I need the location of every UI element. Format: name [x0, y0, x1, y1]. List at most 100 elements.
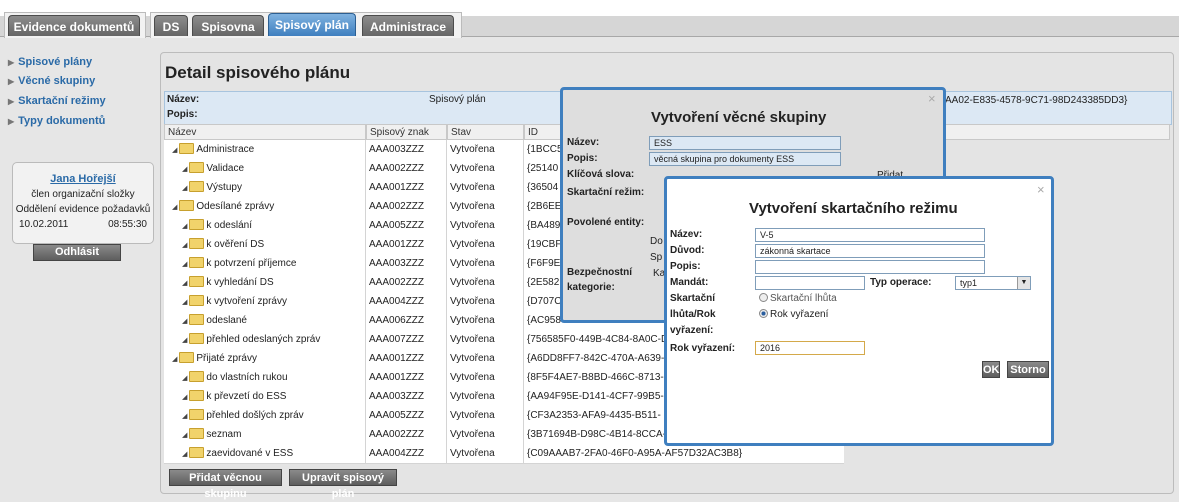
edit-plan-button[interactable]: Upravit spisový plán: [289, 469, 397, 500]
row-name: Validace: [206, 163, 245, 174]
login-date: 10.02.2011: [19, 219, 69, 230]
sidebar-item-label: Věcné skupiny: [18, 75, 96, 87]
tab-ds[interactable]: DS: [154, 15, 188, 36]
cell-name: ◢ k potvrzení příjemce: [164, 254, 366, 273]
sidebar-item-spisove-plany[interactable]: ▶ Spisové plány: [8, 56, 92, 68]
ok-button[interactable]: OK: [982, 361, 1000, 378]
cell-state: Vytvořena: [447, 311, 524, 330]
folder-icon: [189, 313, 205, 325]
keywords-label: Klíčová slova:: [567, 169, 635, 180]
row-name: Výstupy: [206, 182, 242, 193]
regime-desc-input[interactable]: [755, 260, 985, 274]
expand-triangle-icon[interactable]: ◢: [182, 299, 187, 306]
expand-triangle-icon[interactable]: ◢: [172, 204, 177, 211]
cell-name: ◢ k ověření DS: [164, 235, 366, 254]
col-header-state[interactable]: Stav: [447, 124, 524, 140]
tab-administrace[interactable]: Administrace: [362, 15, 454, 36]
expand-triangle-icon[interactable]: ◢: [182, 375, 187, 382]
expand-triangle-icon[interactable]: ◢: [182, 223, 187, 230]
folder-icon: [189, 161, 205, 173]
folder-icon: [189, 408, 205, 420]
cell-name: ◢ zaevidované v ESS: [164, 444, 366, 463]
expand-triangle-icon[interactable]: ◢: [182, 318, 187, 325]
expand-triangle-icon[interactable]: ◢: [182, 280, 187, 287]
col-header-name[interactable]: Název: [164, 124, 366, 140]
cell-name: ◢ přehled odeslaných zpráv: [164, 330, 366, 349]
chevron-down-icon[interactable]: ▼: [1017, 277, 1030, 289]
plan-name-value: Spisový plán: [429, 94, 486, 105]
entity-line-2: Sp: [650, 252, 663, 263]
expand-triangle-icon[interactable]: ◢: [182, 242, 187, 249]
sidebar-item-label: Skartační režimy: [18, 95, 106, 107]
expand-triangle-icon[interactable]: ◢: [182, 432, 187, 439]
cell-name: ◢ Výstupy: [164, 178, 366, 197]
op-type-value: typ1: [960, 278, 978, 288]
group-name-label: Název:: [567, 137, 600, 148]
sidebar-item-vecne-skupiny[interactable]: ▶ Věcné skupiny: [8, 75, 95, 87]
expand-triangle-icon[interactable]: ◢: [182, 413, 187, 420]
expand-triangle-icon[interactable]: ◢: [172, 147, 177, 154]
cell-code: AAA001ZZZ: [366, 178, 447, 197]
sidebar-item-skartacni-rezimy[interactable]: ▶ Skartační režimy: [8, 95, 106, 107]
arrow-right-icon: ▶: [8, 117, 15, 126]
regime-name-input[interactable]: V-5: [755, 228, 985, 242]
close-icon[interactable]: ×: [928, 91, 936, 106]
cell-code: AAA001ZZZ: [366, 349, 447, 368]
cell-code: AAA003ZZZ: [366, 254, 447, 273]
expand-triangle-icon[interactable]: ◢: [182, 166, 187, 173]
radio-year[interactable]: Rok vyřazení: [759, 308, 828, 320]
cell-code: AAA001ZZZ: [366, 368, 447, 387]
expand-triangle-icon[interactable]: ◢: [182, 261, 187, 268]
table-row[interactable]: ◢ zaevidované v ESS AAA004ZZZ Vytvořena {C09…: [164, 444, 844, 464]
cell-state: Vytvořena: [447, 406, 524, 425]
year-label: Rok vyřazení:: [670, 343, 736, 354]
add-group-button[interactable]: Přidat věcnou skupinu: [169, 469, 282, 500]
sidebar-item-label: Spisové plány: [18, 56, 93, 68]
expand-triangle-icon[interactable]: ◢: [182, 394, 187, 401]
folder-icon: [189, 389, 205, 401]
cancel-button[interactable]: Storno: [1007, 361, 1049, 378]
folder-icon: [189, 332, 205, 344]
tab-evidence[interactable]: Evidence dokumentů: [8, 15, 140, 36]
user-role: člen organizační složky: [31, 189, 135, 200]
radio-period[interactable]: Skartační lhůta: [759, 292, 837, 304]
expand-triangle-icon[interactable]: ◢: [182, 451, 187, 458]
row-name: k vytvoření zprávy: [206, 296, 287, 307]
cell-name: ◢ Validace: [164, 159, 366, 178]
folder-icon: [189, 294, 205, 306]
cell-code: AAA007ZZZ: [366, 330, 447, 349]
expand-triangle-icon[interactable]: ◢: [172, 356, 177, 363]
sidebar-item-label: Typy dokumentů: [18, 115, 106, 127]
folder-icon: [179, 199, 195, 211]
reason-input[interactable]: zákonná skartace: [755, 244, 985, 258]
col-header-code[interactable]: Spisový znak: [366, 124, 447, 140]
op-type-select[interactable]: typ1 ▼: [955, 276, 1031, 290]
cell-id: {C09AAAB7-2FA0-46F0-A95A-AF57D32AC3B8}: [527, 448, 743, 459]
cell-name: ◢ k převzetí do ESS: [164, 387, 366, 406]
group-name-input[interactable]: ESS: [649, 136, 841, 150]
cell-state: Vytvořena: [447, 197, 524, 216]
radio-period-label: Skartační lhůta: [770, 293, 837, 304]
tab-spisovna[interactable]: Spisovna: [192, 15, 264, 36]
mandate-input[interactable]: [755, 276, 865, 290]
group-desc-input[interactable]: věcná skupina pro dokumenty ESS: [649, 152, 841, 166]
tab-spisovy-plan[interactable]: Spisový plán: [268, 13, 356, 36]
cell-code: AAA002ZZZ: [366, 197, 447, 216]
security-label-2: kategorie:: [567, 282, 615, 293]
cell-state: Vytvořena: [447, 216, 524, 235]
year-input[interactable]: 2016: [755, 341, 865, 355]
row-name: k potvrzení příjemce: [206, 258, 297, 269]
expand-triangle-icon[interactable]: ◢: [182, 337, 187, 344]
close-icon[interactable]: ×: [1037, 182, 1045, 197]
period-label-3: vyřazení:: [670, 325, 714, 336]
cell-name: ◢ k vyhledání DS: [164, 273, 366, 292]
cell-state: Vytvořena: [447, 235, 524, 254]
folder-icon: [179, 142, 195, 154]
arrow-right-icon: ▶: [8, 58, 15, 67]
row-name: odeslané: [206, 315, 247, 326]
sidebar-item-typy-dokumentu[interactable]: ▶ Typy dokumentů: [8, 115, 105, 127]
user-name-link[interactable]: Jana Hořejší: [13, 173, 153, 185]
group-desc-label: Popis:: [567, 153, 598, 164]
logout-button[interactable]: Odhlásit: [33, 244, 121, 261]
expand-triangle-icon[interactable]: ◢: [182, 185, 187, 192]
